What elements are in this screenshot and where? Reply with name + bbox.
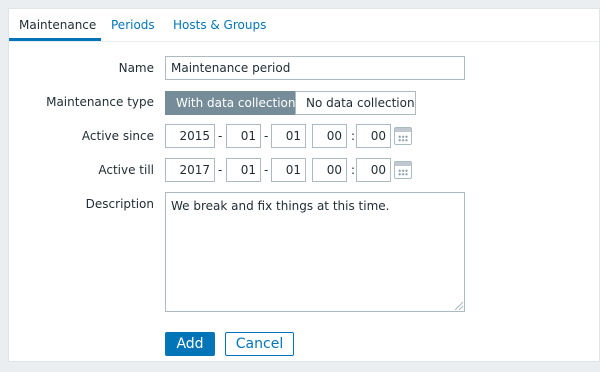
active-till-minute-input[interactable]	[356, 158, 391, 182]
cancel-button[interactable]: Cancel	[225, 332, 294, 356]
name-input[interactable]	[165, 56, 465, 80]
tab-bar: Maintenance Periods Hosts & Groups	[9, 9, 599, 42]
add-button[interactable]: Add	[165, 332, 215, 356]
date-separator: -	[264, 129, 269, 143]
active-since-month-input[interactable]	[226, 124, 261, 148]
active-since-label: Active since	[81, 129, 154, 143]
calendar-icon[interactable]	[394, 161, 412, 179]
active-since-year-input[interactable]	[165, 124, 215, 148]
description-label: Description	[85, 197, 154, 211]
description-wrapper: We break and fix things at this time.	[165, 192, 465, 312]
no-data-collection-option[interactable]: No data collection	[295, 91, 416, 115]
tab-periods[interactable]: Periods	[101, 9, 165, 41]
with-data-collection-option[interactable]: With data collection	[165, 91, 296, 115]
active-till-year-input[interactable]	[165, 158, 215, 182]
maintenance-type-label: Maintenance type	[46, 95, 154, 109]
tab-hosts-groups[interactable]: Hosts & Groups	[163, 9, 276, 41]
active-since-hour-input[interactable]	[312, 124, 347, 148]
maintenance-form-panel: Maintenance Periods Hosts & Groups Name …	[8, 8, 600, 362]
active-till-month-input[interactable]	[226, 158, 261, 182]
resize-handle-icon[interactable]	[455, 302, 463, 310]
active-since-day-input[interactable]	[271, 124, 306, 148]
calendar-icon[interactable]	[394, 127, 412, 145]
active-till-day-input[interactable]	[271, 158, 306, 182]
time-separator: :	[351, 163, 356, 177]
active-till-hour-input[interactable]	[312, 158, 347, 182]
active-till-label: Active till	[98, 163, 154, 177]
name-label: Name	[118, 61, 154, 75]
active-since-minute-input[interactable]	[356, 124, 391, 148]
date-separator: -	[218, 163, 223, 177]
date-separator: -	[264, 163, 269, 177]
time-separator: :	[351, 129, 356, 143]
tab-maintenance[interactable]: Maintenance	[9, 9, 101, 41]
description-textarea[interactable]: We break and fix things at this time.	[165, 192, 465, 312]
date-separator: -	[218, 129, 223, 143]
